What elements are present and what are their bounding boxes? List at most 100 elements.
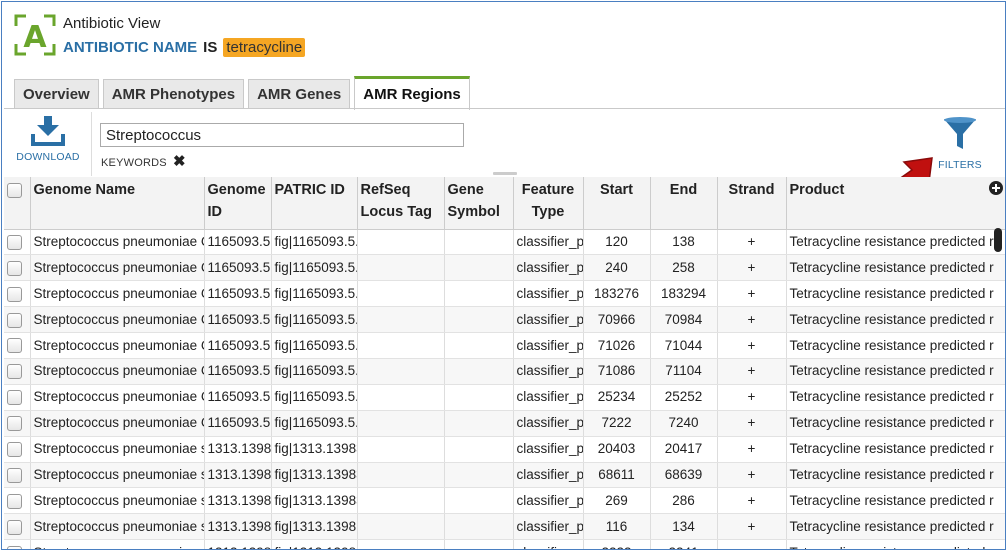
column-header-genome-name[interactable]: Genome Name [30, 177, 205, 230]
table-row[interactable]: Streptococcus pneumoniae C 1165093.5 fig|1… [4, 332, 1005, 359]
table-row[interactable]: Streptococcus pneumoniae s1313.13983fig|… [4, 436, 1005, 463]
table-row[interactable]: Streptococcus pneumoniae C 1165093.5 fig|1… [4, 384, 1005, 411]
cell-start: 120 [583, 229, 651, 256]
row-select-cell [4, 254, 31, 282]
download-button[interactable]: DOWNLOAD [14, 116, 82, 170]
table-row[interactable]: Streptococcus pneumoniae C 1165093.5 fig|1… [4, 410, 1005, 437]
cell-patric-id: fig|1165093.5. [271, 254, 358, 282]
column-header-start[interactable]: Start [583, 177, 651, 230]
cell-refseq-locus-tag [357, 254, 445, 282]
add-column-plus-icon[interactable] [988, 181, 1003, 195]
table-row[interactable]: Streptococcus pneumoniae C 1165093.5 fig|1… [4, 229, 1005, 256]
table-scrollbar[interactable] [994, 228, 1002, 252]
cell-gene-symbol [444, 539, 514, 549]
row-checkbox[interactable] [7, 364, 22, 380]
table-row[interactable]: Streptococcus pneumoniae C 1165093.5 fig|1… [4, 280, 1005, 308]
row-checkbox[interactable] [7, 467, 22, 483]
cell-patric-id: fig|1165093.5. [271, 280, 358, 308]
row-checkbox[interactable] [7, 338, 22, 354]
cell-feature-type: classifier_p [513, 487, 584, 515]
cell-refseq-locus-tag [357, 384, 445, 411]
row-select-cell [4, 332, 31, 359]
column-header-gene-symbol[interactable]: Gene Symbol [444, 177, 514, 230]
clear-keywords-icon[interactable]: ✖ [173, 152, 186, 170]
filters-label: FILTERS [938, 159, 982, 171]
row-select-cell [4, 384, 31, 411]
cell-start: 70966 [583, 306, 651, 334]
row-checkbox[interactable] [7, 234, 22, 250]
cell-product: Tetracycline resistance predicted r [786, 410, 1005, 437]
cell-gene-symbol [444, 229, 514, 256]
row-select-cell [4, 462, 31, 489]
cell-start: 2223 [583, 539, 651, 549]
antibiotic-key: ANTIBIOTIC NAME [63, 39, 198, 56]
row-select-cell [4, 280, 31, 308]
table-row[interactable]: Streptococcus pneumoniae C 1165093.5 fig|1… [4, 254, 1005, 282]
cell-genome-id: 1313.13983 [204, 462, 272, 489]
cell-start: 20403 [583, 436, 651, 463]
tab-amr-phenotypes[interactable]: AMR Phenotypes [102, 79, 245, 109]
row-checkbox[interactable] [7, 416, 22, 432]
tab-amr-genes[interactable]: AMR Genes [248, 79, 351, 109]
cell-genome-id: 1165093.5 [204, 306, 272, 334]
cell-patric-id: fig|1313.13981 [271, 513, 358, 541]
cell-feature-type: classifier_p [513, 358, 584, 385]
filters-button[interactable]: FILTERS [932, 116, 988, 171]
column-header-patric-id[interactable]: PATRIC ID [271, 177, 358, 230]
cell-gene-symbol [444, 462, 514, 489]
cell-gene-symbol [444, 384, 514, 411]
column-header-end[interactable]: End [650, 177, 718, 230]
cell-strand: + [717, 332, 787, 359]
row-checkbox[interactable] [7, 519, 22, 535]
table-row[interactable]: Streptococcus pneumoniae s1313.13982fig|… [4, 487, 1005, 515]
cell-refseq-locus-tag [357, 462, 445, 489]
select-all-checkbox[interactable] [7, 182, 22, 198]
cell-genome-id: 1165093.5 [204, 332, 272, 359]
column-header-genome-id[interactable]: Genome ID [204, 177, 272, 230]
cell-genome-name: Streptococcus pneumoniae C [30, 280, 205, 308]
cell-genome-id: 1313.13984 [204, 539, 272, 549]
cell-patric-id: fig|1313.13983 [271, 462, 358, 489]
row-checkbox[interactable] [7, 390, 22, 406]
keyword-search-input[interactable] [100, 123, 464, 147]
cell-end: 138 [650, 229, 718, 256]
column-header-feature-type[interactable]: Feature Type [513, 177, 584, 230]
table-row[interactable]: Streptococcus pneumoniae s1313.13983fig|… [4, 462, 1005, 489]
cell-start: 269 [583, 487, 651, 515]
row-checkbox[interactable] [7, 312, 22, 328]
row-checkbox[interactable] [7, 260, 22, 276]
tab-amr-regions[interactable]: AMR Regions [354, 76, 470, 110]
cell-gene-symbol [444, 513, 514, 541]
row-checkbox[interactable] [7, 493, 22, 509]
tab-overview[interactable]: Overview [14, 79, 99, 109]
cell-genome-name: Streptococcus pneumoniae C [30, 229, 205, 256]
row-checkbox[interactable] [7, 442, 22, 457]
pane-splitter-handle[interactable] [493, 172, 517, 175]
cell-refseq-locus-tag [357, 487, 445, 515]
cell-feature-type: classifier_p [513, 254, 584, 282]
antibiotic-value-tag[interactable]: tetracycline [223, 38, 306, 57]
row-select-cell [4, 358, 31, 385]
table-row[interactable]: Streptococcus pneumoniae c1313.13984fig|… [4, 539, 1005, 549]
cell-strand: + [717, 539, 787, 549]
cell-refseq-locus-tag [357, 513, 445, 541]
column-header-strand[interactable]: Strand [717, 177, 787, 230]
cell-genome-name: Streptococcus pneumoniae s [30, 513, 205, 541]
row-checkbox[interactable] [7, 286, 22, 302]
column-header-refseq-locus-tag[interactable]: RefSeq Locus Tag [357, 177, 445, 230]
column-header-product-label: Product [789, 182, 845, 198]
cell-genome-name: Streptococcus pneumoniae C [30, 306, 205, 334]
cell-strand: + [717, 462, 787, 489]
column-header-product[interactable]: Product [786, 177, 1005, 230]
cell-product: Tetracycline resistance predicted r [786, 539, 1005, 549]
cell-end: 70984 [650, 306, 718, 334]
table-row[interactable]: Streptococcus pneumoniae C 1165093.5 fig|1… [4, 358, 1005, 385]
cell-start: 7222 [583, 410, 651, 437]
cell-end: 2241 [650, 539, 718, 549]
cell-end: 183294 [650, 280, 718, 308]
view-title: Antibiotic View [63, 15, 161, 32]
table-row[interactable]: Streptococcus pneumoniae C 1165093.5 fig|1… [4, 306, 1005, 334]
cell-product: Tetracycline resistance predicted r [786, 436, 1005, 463]
table-row[interactable]: Streptococcus pneumoniae s1313.13981fig|… [4, 513, 1005, 541]
row-checkbox[interactable] [7, 545, 22, 549]
